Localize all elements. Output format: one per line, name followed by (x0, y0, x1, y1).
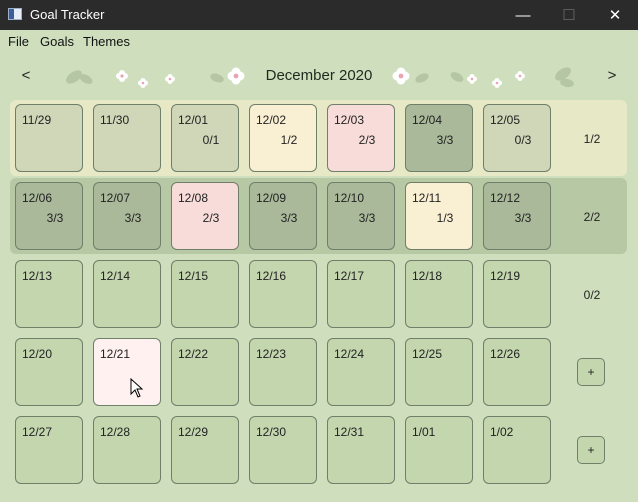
day-cell[interactable]: 12/03 2/3 (327, 104, 395, 172)
day-cell[interactable]: 12/08 2/3 (171, 182, 239, 250)
day-date: 12/23 (256, 347, 287, 361)
day-cell[interactable]: 12/05 0/3 (483, 104, 551, 172)
day-cell[interactable]: 12/12 3/3 (483, 182, 551, 250)
day-date: 12/27 (22, 425, 53, 439)
add-week-goal-button[interactable]: + (577, 436, 605, 464)
day-cell[interactable]: 12/30 (249, 416, 317, 484)
day-cell[interactable]: 12/04 3/3 (405, 104, 473, 172)
day-goal-count: 3/3 (514, 211, 532, 225)
day-cell[interactable]: 12/29 (171, 416, 239, 484)
day-cell[interactable]: 12/10 3/3 (327, 182, 395, 250)
day-cell[interactable]: 12/28 (93, 416, 161, 484)
day-goal-count: 1/3 (436, 211, 454, 225)
day-cell[interactable]: 1/02 (483, 416, 551, 484)
day-goal-count: 3/3 (358, 211, 376, 225)
day-cell[interactable]: 11/29 (15, 104, 83, 172)
day-date: 12/06 (22, 191, 53, 205)
day-cell[interactable]: 12/13 (15, 260, 83, 328)
day-cell[interactable]: 12/07 3/3 (93, 182, 161, 250)
day-date: 11/29 (22, 113, 52, 127)
day-date: 12/05 (490, 113, 521, 127)
calendar-grid: 11/29 11/30 12/01 0/1 12/02 1/2 12/03 2/3 12/04 3… (0, 0, 638, 502)
day-date: 12/24 (334, 347, 365, 361)
day-cell[interactable]: 12/16 (249, 260, 317, 328)
day-cell[interactable]: 12/24 (327, 338, 395, 406)
day-goal-count: 3/3 (280, 211, 298, 225)
day-date: 11/30 (100, 113, 130, 127)
day-date: 12/08 (178, 191, 209, 205)
day-date: 12/14 (100, 269, 131, 283)
day-cell[interactable]: 12/22 (171, 338, 239, 406)
day-goal-count: 3/3 (436, 133, 454, 147)
day-date: 12/16 (256, 269, 287, 283)
day-date: 12/19 (490, 269, 521, 283)
day-date: 12/18 (412, 269, 443, 283)
day-cell[interactable]: 12/26 (483, 338, 551, 406)
day-cell[interactable]: 12/01 0/1 (171, 104, 239, 172)
day-date: 12/17 (334, 269, 365, 283)
day-date: 12/07 (100, 191, 131, 205)
day-cell[interactable]: 12/15 (171, 260, 239, 328)
day-cell[interactable]: 12/25 (405, 338, 473, 406)
day-cell[interactable]: 12/11 1/3 (405, 182, 473, 250)
day-date: 12/29 (178, 425, 209, 439)
day-date: 12/10 (334, 191, 365, 205)
week-summary: 1/2 (583, 132, 601, 146)
day-cell[interactable]: 12/21 (93, 338, 161, 406)
day-date: 12/03 (334, 113, 365, 127)
day-date: 12/31 (334, 425, 365, 439)
day-date: 12/13 (22, 269, 53, 283)
day-date: 12/09 (256, 191, 287, 205)
day-goal-count: 1/2 (280, 133, 298, 147)
day-date: 12/21 (100, 347, 131, 361)
day-goal-count: 2/3 (358, 133, 376, 147)
day-date: 12/01 (178, 113, 209, 127)
day-cell[interactable]: 12/14 (93, 260, 161, 328)
day-cell[interactable]: 12/23 (249, 338, 317, 406)
add-week-goal-button[interactable]: + (577, 358, 605, 386)
day-cell[interactable]: 11/30 (93, 104, 161, 172)
week-summary: 2/2 (583, 210, 601, 224)
day-goal-count: 0/3 (514, 133, 532, 147)
day-goal-count: 3/3 (124, 211, 142, 225)
day-date: 12/26 (490, 347, 521, 361)
day-cell[interactable]: 12/17 (327, 260, 395, 328)
day-goal-count: 3/3 (46, 211, 64, 225)
day-date: 12/22 (178, 347, 209, 361)
day-cell[interactable]: 12/31 (327, 416, 395, 484)
day-date: 12/25 (412, 347, 443, 361)
day-date: 12/02 (256, 113, 287, 127)
day-date: 12/30 (256, 425, 287, 439)
day-cell[interactable]: 12/06 3/3 (15, 182, 83, 250)
day-date: 12/12 (490, 191, 521, 205)
day-date: 12/04 (412, 113, 443, 127)
mouse-cursor-icon (130, 378, 144, 398)
day-date: 12/28 (100, 425, 131, 439)
day-date: 12/15 (178, 269, 209, 283)
day-cell[interactable]: 12/02 1/2 (249, 104, 317, 172)
day-cell[interactable]: 12/18 (405, 260, 473, 328)
week-summary: 0/2 (583, 288, 601, 302)
day-goal-count: 2/3 (202, 211, 220, 225)
day-date: 1/02 (490, 425, 514, 439)
day-cell[interactable]: 12/27 (15, 416, 83, 484)
day-date: 1/01 (412, 425, 436, 439)
day-cell[interactable]: 12/20 (15, 338, 83, 406)
day-cell[interactable]: 12/19 (483, 260, 551, 328)
day-cell[interactable]: 1/01 (405, 416, 473, 484)
day-goal-count: 0/1 (202, 133, 220, 147)
day-date: 12/20 (22, 347, 53, 361)
day-cell[interactable]: 12/09 3/3 (249, 182, 317, 250)
day-date: 12/11 (412, 191, 442, 205)
